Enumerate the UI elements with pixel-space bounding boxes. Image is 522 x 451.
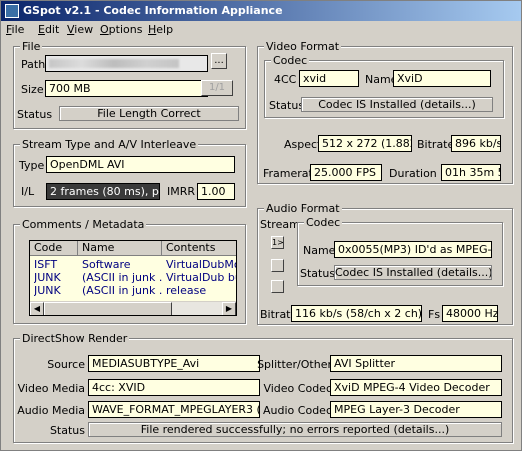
menu-view[interactable]: View <box>67 23 93 36</box>
il-field[interactable]: 2 frames (80 ms), p=480 <box>46 183 160 200</box>
horizontal-scrollbar[interactable]: ◀ ▶ <box>30 301 236 315</box>
imrr-field[interactable]: 1.00 <box>197 183 235 200</box>
source-field[interactable]: MEDIASUBTYPE_Avi <box>88 355 260 372</box>
video-bitrate-field[interactable]: 896 kb/s <box>451 135 501 152</box>
audio-status-value[interactable]: Codec IS Installed (details...) <box>334 265 492 280</box>
source-label: Source <box>47 358 85 371</box>
menu-help[interactable]: Help <box>148 23 173 36</box>
audio-codec-label: Audio Codec <box>263 404 332 417</box>
audio-name-field[interactable]: 0x0055(MP3) ID'd as MPEG-1 Lay <box>334 241 492 258</box>
file-nav-button[interactable]: 1/1 <box>201 80 233 96</box>
cell-name: (ASCII in junk ... <box>82 271 162 284</box>
cell-code: ISFT <box>34 258 58 271</box>
window-title: GSpot v2.1 - Codec Information Appliance <box>23 4 283 17</box>
column-header-contents[interactable]: Contents <box>162 241 236 256</box>
stream-1-button[interactable]: 1> <box>271 236 284 249</box>
menu-edit[interactable]: Edit <box>38 23 59 36</box>
duration-field[interactable]: 01h 35m 55s <box>441 164 501 181</box>
scroll-right-icon[interactable]: ▶ <box>222 302 236 315</box>
path-label: Path <box>21 58 46 71</box>
cell-code: JUNK <box>34 271 61 284</box>
video-media-label: Video Media <box>17 382 85 395</box>
fourcc-field[interactable]: xvid <box>299 70 359 87</box>
file-group: File Path ... Size 700 MB 1/1 Status Fil… <box>13 40 246 129</box>
list-item[interactable]: JUNK (ASCII in junk ... VirtualDub build <box>30 271 236 284</box>
il-label: I/L <box>21 185 35 198</box>
stream-2-button[interactable] <box>271 259 284 272</box>
column-header-name[interactable]: Name <box>78 241 162 256</box>
video-name-field[interactable]: XviD <box>393 70 491 87</box>
cell-code: JUNK <box>34 284 61 297</box>
audio-media-label: Audio Media <box>17 404 85 417</box>
cell-contents: release <box>166 284 207 297</box>
browse-button[interactable]: ... <box>211 53 227 69</box>
list-item[interactable]: JUNK (ASCII in junk ... release <box>30 284 236 297</box>
cell-contents: VirtualDubMod 1 <box>166 258 236 271</box>
audio-group-title: Audio Format <box>264 202 342 215</box>
video-format-group: Video Format Codec 4CC xvid Name XviD St… <box>257 40 513 184</box>
file-status-value: File Length Correct <box>59 106 239 121</box>
list-item[interactable]: ISFT Software VirtualDubMod 1 <box>30 258 236 271</box>
title-bar[interactable]: GSpot v2.1 - Codec Information Appliance <box>1 1 521 21</box>
scroll-thumb[interactable] <box>44 302 172 315</box>
video-codec-field[interactable]: XviD MPEG-4 Video Decoder <box>330 379 502 396</box>
stream-group-title: Stream Type and A/V Interleave <box>20 138 199 151</box>
video-codec-title: Codec <box>271 54 310 67</box>
audio-media-field[interactable]: WAVE_FORMAT_MPEGLAYER3 (MP <box>88 401 260 418</box>
stream-type-group: Stream Type and A/V Interleave Type Open… <box>13 138 246 207</box>
audio-codec-field[interactable]: MPEG Layer-3 Decoder <box>330 401 502 418</box>
video-media-field[interactable]: 4cc: XVID <box>88 379 260 396</box>
type-field[interactable]: OpenDML AVI <box>46 156 235 173</box>
cell-contents: VirtualDub build <box>166 271 236 284</box>
menu-file[interactable]: File <box>6 23 24 36</box>
video-codec-group: Codec 4CC xvid Name XviD Status Codec IS… <box>264 54 504 118</box>
fs-label: Fs <box>428 308 441 321</box>
fs-field[interactable]: 48000 Hz <box>442 305 498 322</box>
size-label: Size <box>21 83 44 96</box>
video-codec-label: Video Codec <box>263 382 332 395</box>
comments-group: Comments / Metadata Code Name Contents I… <box>13 218 246 324</box>
file-status-label: Status <box>17 108 53 121</box>
audio-codec-title: Codec <box>304 216 343 229</box>
app-icon <box>5 4 19 18</box>
video-group-title: Video Format <box>264 40 342 53</box>
metadata-list[interactable]: Code Name Contents ISFT Software Virtual… <box>29 240 237 316</box>
column-header-code[interactable]: Code <box>30 241 78 256</box>
render-status-value[interactable]: File rendered successfully; no errors re… <box>88 422 502 437</box>
video-status-label: Status <box>269 99 305 112</box>
scroll-left-icon[interactable]: ◀ <box>30 302 44 315</box>
render-group-title: DirectShow Render <box>20 332 130 345</box>
path-value-blurred <box>49 59 179 68</box>
render-status-label: Status <box>49 424 85 437</box>
audio-format-group: Audio Format Stream 1> Codec Name 0x0055… <box>257 202 513 325</box>
stream-3-button[interactable] <box>271 280 284 293</box>
splitter-label: Splitter/Other <box>257 358 332 371</box>
audio-status-label: Status <box>300 267 336 280</box>
audio-bitrate-field[interactable]: 116 kb/s (58/ch x 2 ch) VBR <box>291 305 422 322</box>
cell-name: Software <box>82 258 131 271</box>
duration-label: Duration <box>389 167 437 180</box>
comments-group-title: Comments / Metadata <box>20 218 147 231</box>
path-field[interactable] <box>45 55 208 72</box>
framerate-field[interactable]: 25.000 FPS <box>310 164 382 181</box>
aspect-label: Aspect <box>284 138 322 151</box>
fourcc-label: 4CC <box>274 73 297 86</box>
directshow-render-group: DirectShow Render Source MEDIASUBTYPE_Av… <box>13 332 513 443</box>
cell-name: (ASCII in junk ... <box>82 284 162 297</box>
menu-options[interactable]: Options <box>100 23 142 36</box>
file-group-title: File <box>20 40 43 53</box>
splitter-field[interactable]: AVI Splitter <box>330 355 502 372</box>
type-label: Type <box>19 159 45 172</box>
audio-codec-group: Codec Name 0x0055(MP3) ID'd as MPEG-1 La… <box>297 216 503 286</box>
audio-name-label: Name <box>303 244 336 257</box>
app-window: GSpot v2.1 - Codec Information Appliance… <box>0 0 522 451</box>
stream-label: Stream <box>260 218 300 231</box>
size-field[interactable]: 700 MB <box>45 80 208 97</box>
aspect-field[interactable]: 512 x 272 (1.882 : <box>318 135 412 152</box>
imrr-label: IMRR <box>167 185 196 198</box>
video-status-value[interactable]: Codec IS Installed (details...) <box>301 97 493 112</box>
menu-bar: File Edit View Options Help <box>1 21 521 37</box>
video-bitrate-label: Bitrate <box>417 138 455 151</box>
